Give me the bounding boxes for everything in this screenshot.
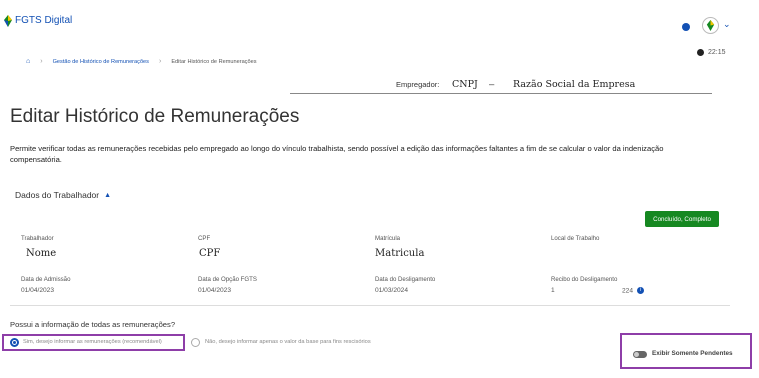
admissao-value: 01/04/2023 [21, 287, 55, 294]
cpf-value: CPF [199, 248, 221, 259]
breadcrumb-current: Editar Histórico de Remunerações [171, 58, 257, 65]
empregador-bar [290, 78, 712, 94]
fgts-logo-icon [4, 14, 12, 27]
radio-no[interactable] [191, 338, 200, 347]
matricula-value: Matricula [375, 248, 425, 259]
avatar[interactable] [702, 17, 719, 34]
matricula-label: Matrícula [375, 235, 401, 242]
divider [10, 305, 730, 306]
trabalhador-label: Trabalhador [21, 235, 54, 242]
section-dados-trabalhador[interactable]: Dados do Trabalhador ▲ [15, 190, 111, 200]
empregador-razao-social: Razão Social da Empresa [513, 79, 636, 90]
recibo-value-1: 1 [551, 287, 555, 294]
trabalhador-value: Nome [26, 248, 57, 259]
recibo-label: Recibo do Desligamento [551, 276, 618, 283]
page-title: Editar Histórico de Remunerações [10, 106, 300, 127]
section-title: Dados do Trabalhador [15, 190, 100, 200]
empregador-dash: – [489, 79, 495, 90]
chevron-down-icon[interactable]: ⌄ [723, 19, 731, 30]
admissao-label: Data de Admissão [21, 276, 71, 283]
brand-name: FGTS Digital [15, 14, 73, 26]
question-label: Possui a informação de todas as remunera… [10, 320, 176, 329]
chevron-right-icon: › [40, 58, 43, 65]
breadcrumb-link-gestao[interactable]: Gestão de Histórico de Remunerações [53, 59, 149, 65]
desligamento-value: 01/03/2024 [375, 287, 409, 294]
recibo-value-2: 224 i [622, 287, 645, 295]
timer-value: 22:15 [708, 49, 726, 56]
toggle-label[interactable]: Exibir Somente Pendentes [652, 350, 733, 357]
chevron-up-icon[interactable]: ▲ [104, 192, 111, 199]
home-icon[interactable]: ⌂ [26, 58, 30, 65]
breadcrumb: ⌂ › Gestão de Histórico de Remunerações … [26, 58, 257, 65]
cpf-label: CPF [198, 235, 211, 242]
notification-dot-icon[interactable] [682, 23, 690, 31]
desligamento-label: Data do Desligamento [375, 276, 436, 283]
avatar-logo-icon [706, 20, 715, 31]
clock-icon [697, 49, 704, 56]
option-no-label[interactable]: Não, desejo informar apenas o valor da b… [205, 339, 371, 345]
pending-toggle[interactable] [633, 351, 647, 358]
brand[interactable]: FGTS Digital [4, 14, 73, 27]
status-badge[interactable]: Concluído, Completo [645, 211, 719, 227]
local-trabalho-label: Local de Trabalho [551, 235, 600, 242]
recibo-number: 224 [622, 287, 634, 295]
radio-yes[interactable] [10, 338, 19, 347]
info-icon[interactable]: i [637, 287, 645, 294]
page-description: Permite verificar todas as remunerações … [10, 144, 664, 164]
session-timer: 22:15 [697, 49, 726, 56]
chevron-right-icon: › [158, 58, 162, 65]
empregador-label: Empregador: [396, 80, 440, 89]
option-yes-label[interactable]: Sim, desejo informar as remunerações (re… [23, 339, 162, 345]
empregador-cnpj: CNPJ [452, 79, 478, 90]
opcao-fgts-value: 01/04/2023 [198, 287, 232, 294]
opcao-fgts-label: Data de Opção FGTS [198, 276, 257, 283]
